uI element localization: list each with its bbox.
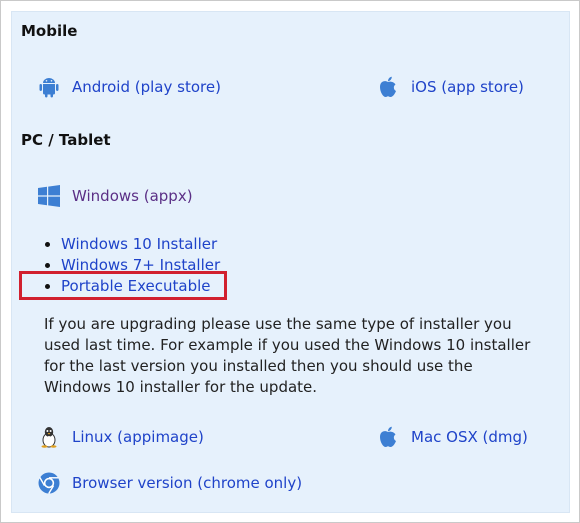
windows-icon (38, 185, 60, 207)
window-frame: Mobile Android (play store) iOS (app sto… (0, 0, 580, 523)
mac-label: Mac OSX (dmg) (411, 428, 528, 446)
mobile-heading: Mobile (21, 22, 78, 40)
android-download-link[interactable]: Android (play store) (38, 76, 221, 98)
android-icon (38, 76, 60, 98)
linux-label: Linux (appimage) (72, 428, 204, 446)
pc-tablet-heading: PC / Tablet (21, 131, 111, 149)
linux-download-link[interactable]: Linux (appimage) (38, 426, 204, 448)
apple-icon (377, 426, 399, 448)
browser-version-link[interactable]: Browser version (chrome only) (38, 472, 302, 494)
ios-label: iOS (app store) (411, 78, 524, 96)
browser-version-label: Browser version (chrome only) (72, 474, 303, 492)
chrome-icon (38, 472, 60, 494)
windows-appx-label: Windows (appx) (72, 187, 193, 205)
mac-download-link[interactable]: Mac OSX (dmg) (377, 426, 528, 448)
downloads-panel: Mobile Android (play store) iOS (app sto… (11, 11, 570, 513)
upgrade-note: If you are upgrading please use the same… (44, 315, 531, 396)
android-label: Android (play store) (72, 78, 221, 96)
apple-icon (377, 76, 399, 98)
ios-download-link[interactable]: iOS (app store) (377, 76, 524, 98)
windows-10-installer-link[interactable]: Windows 10 Installer (61, 235, 217, 253)
list-item: Windows 10 Installer (61, 234, 220, 255)
windows-appx-link[interactable]: Windows (appx) (38, 185, 193, 207)
highlight-box (19, 271, 227, 300)
linux-icon (38, 426, 60, 448)
